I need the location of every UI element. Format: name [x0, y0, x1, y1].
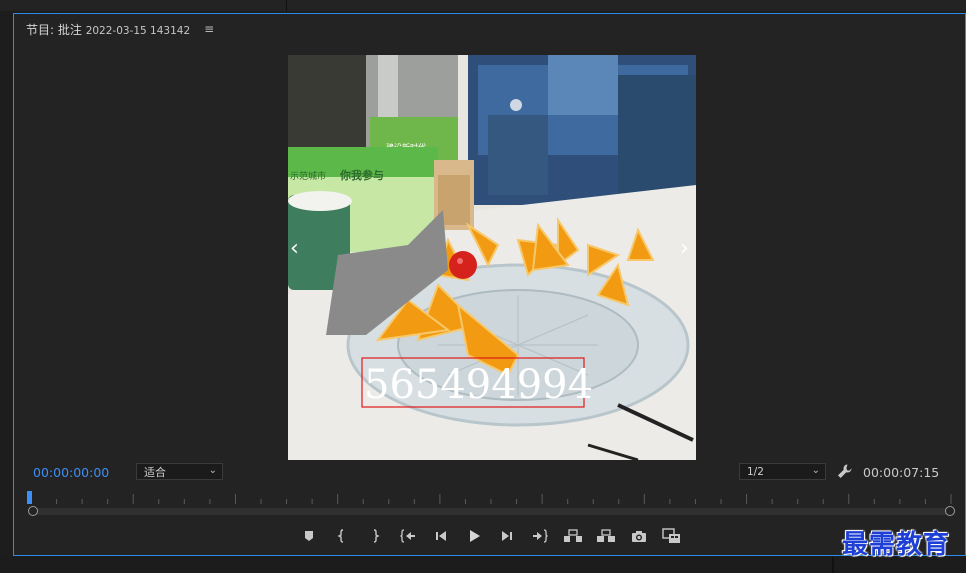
bottom-panel-divider[interactable] — [832, 557, 834, 573]
next-arrow-icon: › — [680, 236, 689, 261]
mark-out-button[interactable] — [362, 526, 388, 546]
play-button[interactable] — [461, 526, 487, 546]
zoom-scroll-bar[interactable] — [33, 508, 950, 515]
sign-text-small: 示范城市 — [290, 170, 326, 182]
fit-zoom-select[interactable]: 适合 ⌄ — [136, 463, 223, 480]
video-frame[interactable]: 建设新时代 示范城市 你我参与 — [288, 55, 696, 460]
go-to-in-button[interactable] — [395, 526, 421, 546]
step-back-icon — [436, 531, 446, 541]
extract-button[interactable] — [593, 526, 619, 546]
current-timecode[interactable]: 00:00:00:00 — [33, 465, 109, 480]
panel-title-date: 2022-03-15 143142 — [85, 24, 191, 37]
duration-timecode: 00:00:07:15 — [863, 465, 940, 480]
lift-icon — [564, 529, 582, 542]
top-panel-divider[interactable] — [286, 0, 287, 11]
zoom-end-handle[interactable] — [945, 506, 955, 516]
chevron-down-icon: ⌄ — [811, 465, 820, 476]
step-forward-icon — [502, 531, 512, 541]
lift-button[interactable] — [560, 526, 586, 546]
zoom-start-handle[interactable] — [28, 506, 38, 516]
compare-view-button[interactable] — [659, 526, 685, 546]
wrench-icon[interactable] — [836, 462, 854, 480]
go-to-in-icon — [400, 529, 415, 543]
mark-in-button[interactable] — [329, 526, 355, 546]
bottom-panel-strip — [0, 557, 966, 573]
export-frame-button[interactable] — [626, 526, 652, 546]
transport-controls — [296, 526, 692, 546]
go-to-out-icon — [533, 529, 548, 543]
annotation-text: 565494994 — [364, 362, 593, 408]
extract-icon — [597, 529, 615, 542]
step-back-button[interactable] — [428, 526, 454, 546]
fit-zoom-label: 适合 — [144, 465, 166, 479]
hamburger-menu-icon[interactable]: ≡ — [204, 22, 214, 36]
mark-in-icon — [337, 529, 344, 543]
add-marker-button[interactable] — [296, 526, 322, 546]
playhead-marker[interactable] — [27, 491, 32, 504]
top-panel-strip — [0, 0, 966, 11]
panel-title-prefix: 节目: 批注 — [26, 22, 82, 37]
step-forward-button[interactable] — [494, 526, 520, 546]
compare-icon — [662, 528, 680, 543]
playback-resolution-select[interactable]: 1/2 ⌄ — [739, 463, 826, 480]
sign-text: 你我参与 — [339, 168, 384, 182]
panel-header: 节目: 批注 2022-03-15 143142 ≡ — [26, 20, 214, 38]
go-to-out-button[interactable] — [527, 526, 553, 546]
watermark-logo: 最需教育 — [842, 530, 951, 560]
resolution-label: 1/2 — [747, 465, 764, 478]
play-icon — [470, 530, 480, 542]
marker-icon — [305, 531, 313, 541]
chevron-down-icon: ⌄ — [208, 465, 217, 476]
program-monitor-panel: 节目: 批注 2022-03-15 143142 ≡ 建设新时代 — [13, 13, 966, 556]
mark-out-icon — [373, 529, 380, 543]
prev-arrow-icon: ‹ — [290, 236, 299, 261]
camera-icon — [632, 531, 646, 542]
panel-title[interactable]: 节目: 批注 2022-03-15 143142 — [26, 21, 190, 38]
